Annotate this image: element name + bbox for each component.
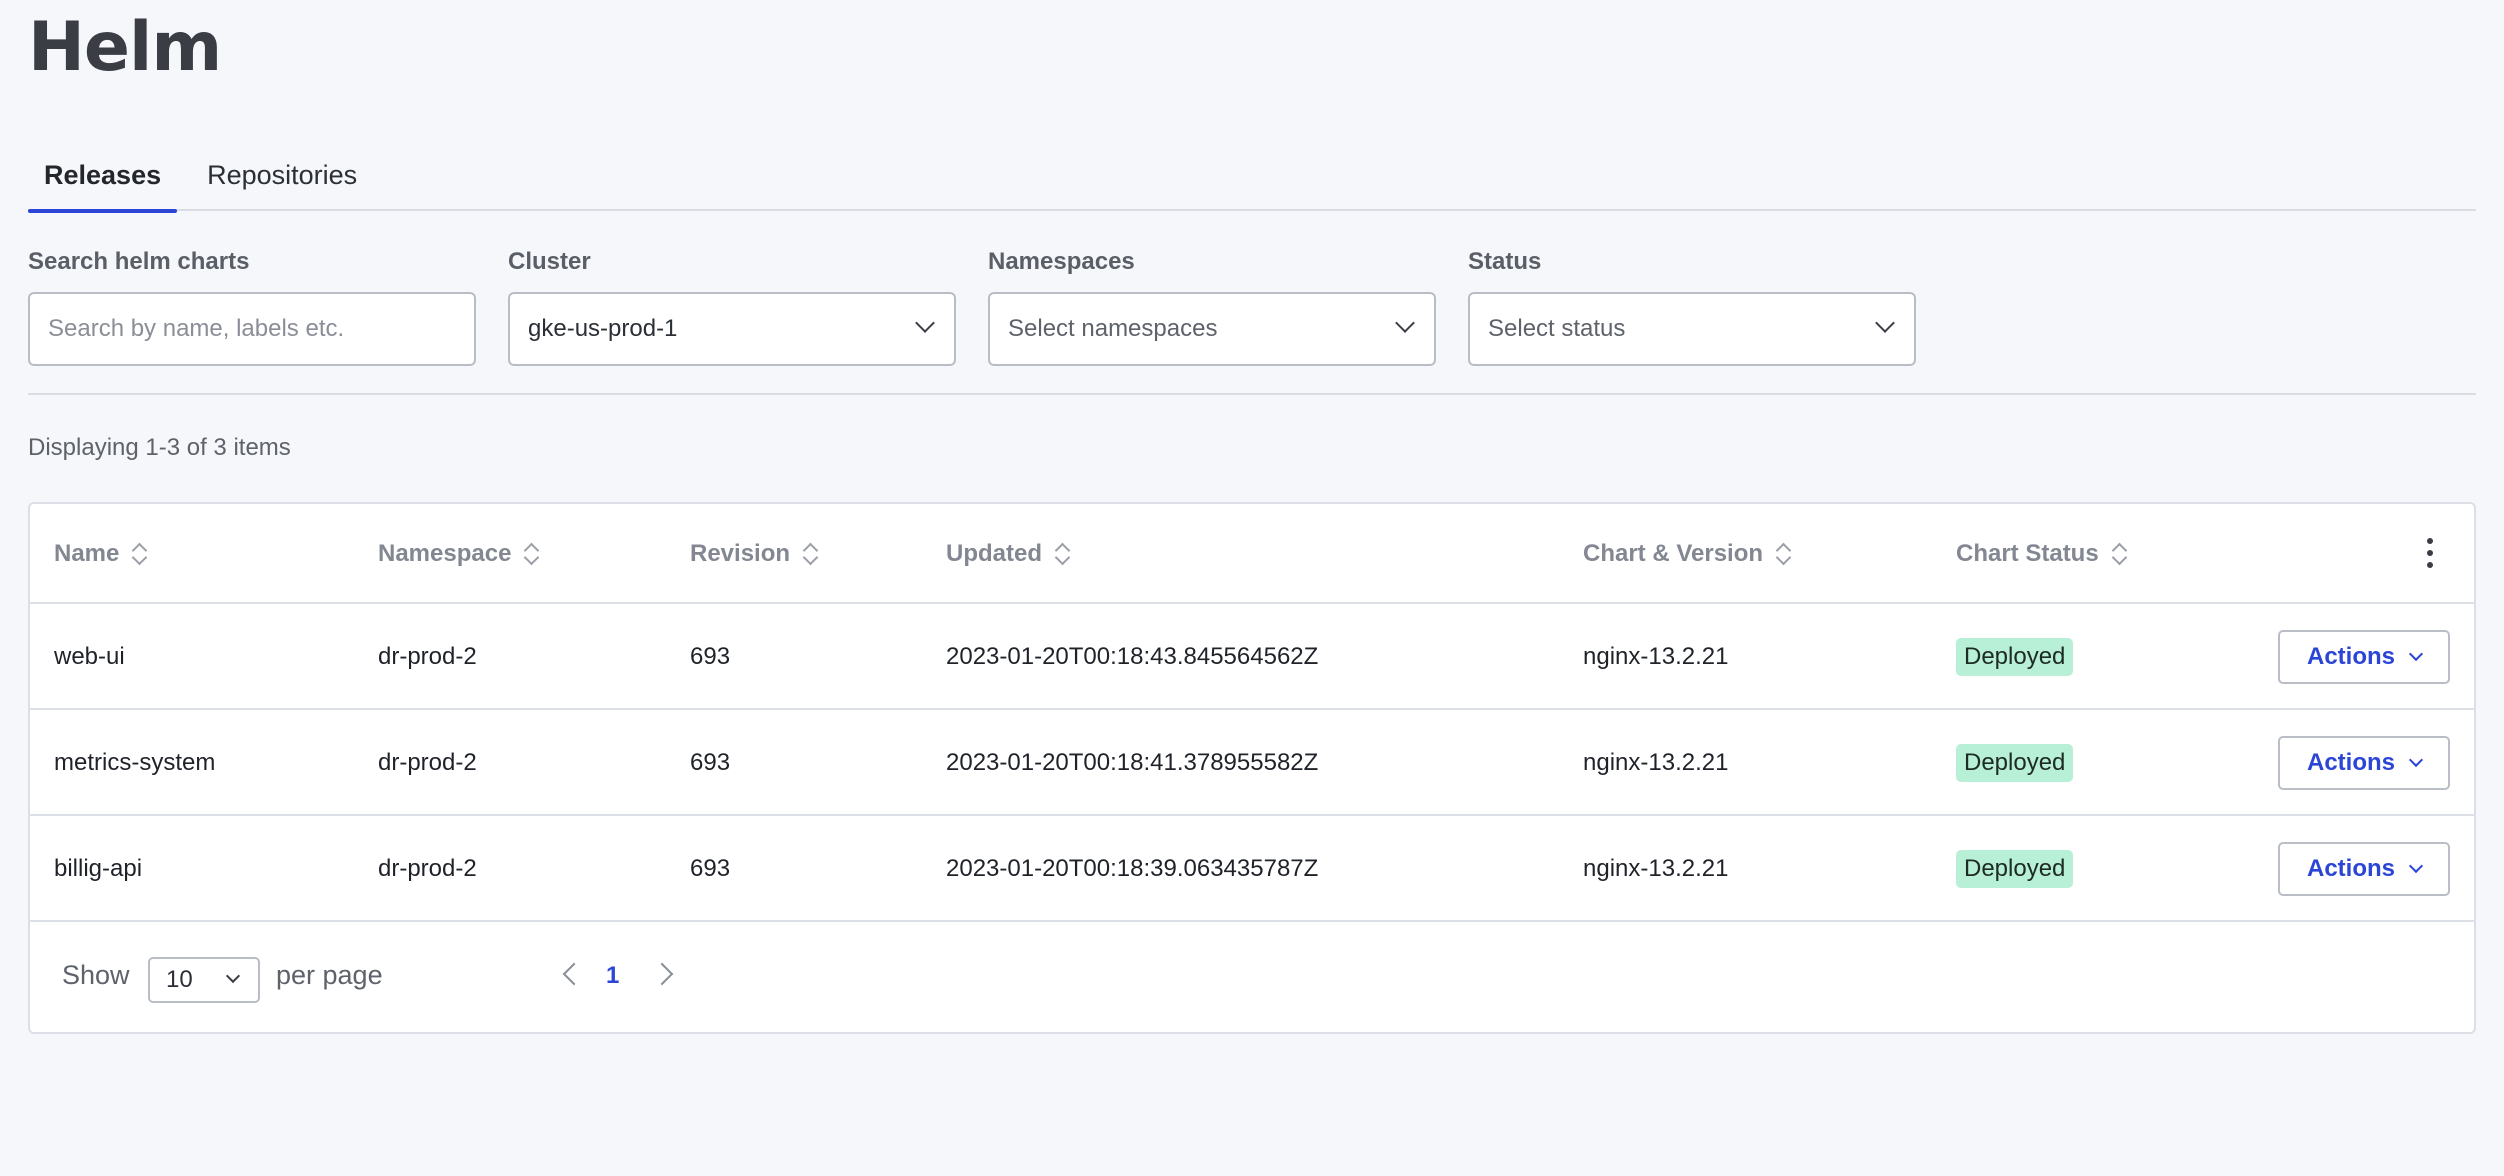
cell-chart-status: Deployed <box>1956 710 2074 816</box>
cell-updated: 2023-01-20T00:18:41.378955582Z <box>946 749 1319 776</box>
column-header-label: Name <box>54 540 120 567</box>
column-header-chart-status[interactable]: Chart Status <box>1956 504 2127 604</box>
column-header-chart-version[interactable]: Chart & Version <box>1583 504 1791 604</box>
per-page-value: 10 <box>166 966 193 993</box>
actions-button[interactable]: Actions <box>2278 736 2450 790</box>
chevron-left-icon[interactable] <box>562 962 586 986</box>
cell-namespace: dr-prod-2 <box>378 749 477 776</box>
column-header-updated[interactable]: Updated <box>946 504 1070 604</box>
sort-icon <box>1775 541 1791 567</box>
status-badge: Deployed <box>1956 638 2074 676</box>
pagination: Show 10 per page 1 <box>30 924 2474 1034</box>
cell-updated: 2023-01-20T00:18:43.845564562Z <box>946 643 1319 670</box>
cell-name: metrics-system <box>54 749 216 776</box>
namespaces-filter: Namespaces Select namespaces <box>988 248 1436 366</box>
sort-icon <box>523 541 539 567</box>
cell-namespace: dr-prod-2 <box>378 643 477 670</box>
chevron-down-icon <box>1875 313 1895 333</box>
sort-icon <box>1054 541 1070 567</box>
chevron-right-icon[interactable] <box>650 962 674 986</box>
column-header-namespace[interactable]: Namespace <box>378 504 539 604</box>
cell-name: web-ui <box>54 643 125 670</box>
column-header-revision[interactable]: Revision <box>690 504 818 604</box>
tab-bar: Releases Repositories <box>28 140 2476 213</box>
kebab-menu-icon[interactable] <box>2426 538 2434 568</box>
table-row: billig-api dr-prod-2 693 2023-01-20T00:1… <box>30 816 2474 922</box>
column-header-label: Chart & Version <box>1583 540 1764 567</box>
sort-icon <box>2111 541 2127 567</box>
cluster-label: Cluster <box>508 248 591 275</box>
namespaces-select-placeholder: Select namespaces <box>1008 315 1218 342</box>
column-header-label: Revision <box>690 540 791 567</box>
chevron-down-icon <box>915 313 935 333</box>
search-filter: Search helm charts <box>28 248 476 366</box>
tab-releases[interactable]: Releases <box>28 140 178 213</box>
cluster-select-value: gke-us-prod-1 <box>528 315 678 342</box>
status-filter: Status Select status <box>1468 248 1916 366</box>
cell-chart-status: Deployed <box>1956 816 2074 922</box>
status-badge: Deployed <box>1956 744 2074 782</box>
cell-revision: 693 <box>690 643 731 670</box>
search-box <box>28 292 476 366</box>
per-page-label: per page <box>276 960 383 990</box>
filter-bar: Search helm charts Cluster gke-us-prod-1… <box>28 248 1916 366</box>
cluster-select[interactable]: gke-us-prod-1 <box>508 292 956 366</box>
divider <box>28 393 2476 395</box>
column-header-label: Updated <box>946 540 1042 567</box>
chevron-down-icon <box>1395 313 1415 333</box>
column-header-name[interactable]: Name <box>54 504 147 604</box>
status-select[interactable]: Select status <box>1468 292 1916 366</box>
page-number[interactable]: 1 <box>606 962 619 990</box>
tab-repositories[interactable]: Repositories <box>191 140 373 211</box>
sort-icon <box>131 541 147 567</box>
cell-chart-version: nginx-13.2.21 <box>1583 643 1729 670</box>
actions-button-label: Actions <box>2306 855 2395 882</box>
table-header: Name Namespace Revision Updated Chart & … <box>30 504 2474 604</box>
column-header-label: Chart Status <box>1956 540 2099 567</box>
chevron-down-icon <box>2408 752 2424 768</box>
cell-revision: 693 <box>690 855 731 882</box>
status-badge: Deployed <box>1956 850 2074 888</box>
column-header-label: Namespace <box>378 540 512 567</box>
namespaces-select[interactable]: Select namespaces <box>988 292 1436 366</box>
releases-table: Name Namespace Revision Updated Chart & … <box>28 502 2476 1034</box>
per-page-select[interactable]: 10 <box>148 957 260 1003</box>
cell-chart-version: nginx-13.2.21 <box>1583 855 1729 882</box>
status-select-placeholder: Select status <box>1488 315 1626 342</box>
sort-icon <box>802 541 818 567</box>
chevron-down-icon <box>225 968 241 984</box>
cell-chart-version: nginx-13.2.21 <box>1583 749 1729 776</box>
cell-revision: 693 <box>690 749 731 776</box>
table-row: web-ui dr-prod-2 693 2023-01-20T00:18:43… <box>30 604 2474 710</box>
namespaces-label: Namespaces <box>988 248 1135 275</box>
actions-button-label: Actions <box>2306 643 2395 670</box>
table-row: metrics-system dr-prod-2 693 2023-01-20T… <box>30 710 2474 816</box>
chevron-down-icon <box>2408 646 2424 662</box>
cluster-filter: Cluster gke-us-prod-1 <box>508 248 956 366</box>
page-title: Helm <box>28 8 222 87</box>
status-label: Status <box>1468 248 1542 275</box>
chevron-down-icon <box>2408 858 2424 874</box>
cell-updated: 2023-01-20T00:18:39.063435787Z <box>946 855 1319 882</box>
actions-button[interactable]: Actions <box>2278 842 2450 896</box>
search-input[interactable] <box>48 315 456 343</box>
results-summary: Displaying 1-3 of 3 items <box>28 434 291 461</box>
actions-button[interactable]: Actions <box>2278 630 2450 684</box>
actions-button-label: Actions <box>2306 749 2395 776</box>
search-label: Search helm charts <box>28 248 250 275</box>
cell-name: billig-api <box>54 855 143 882</box>
cell-namespace: dr-prod-2 <box>378 855 477 882</box>
cell-chart-status: Deployed <box>1956 604 2074 710</box>
show-label: Show <box>62 960 130 990</box>
